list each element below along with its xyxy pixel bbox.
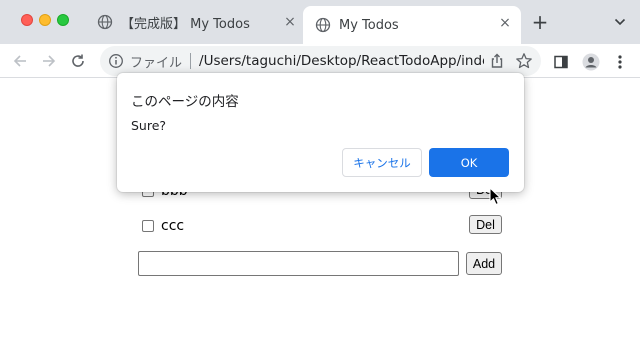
chevron-down-icon [614,18,626,26]
close-icon[interactable]: × [497,15,513,31]
tab-search-button[interactable] [612,14,628,30]
omnibox-divider [190,53,192,69]
tab-title: 【完成版】 My Todos [121,16,250,32]
mouse-pointer-icon [489,187,502,206]
sidebar-icon[interactable] [552,53,570,71]
forward-button[interactable] [37,49,61,73]
profile-icon[interactable] [582,53,600,71]
dialog-title: このページの内容 [131,94,239,110]
ok-button[interactable]: OK [429,148,509,177]
todo-text: ccc [161,218,185,234]
todo-item: ccc [142,215,502,237]
tab-completed-todos[interactable]: 【完成版】 My Todos × [84,8,306,36]
add-button[interactable]: Add [466,252,502,275]
share-icon[interactable] [489,53,505,69]
reload-icon [72,54,84,67]
reload-button[interactable] [66,49,90,73]
menu-icon[interactable] [611,53,629,71]
globe-icon [97,14,113,30]
window-minimize-button[interactable] [39,14,51,26]
todo-checkbox[interactable] [142,220,154,232]
confirm-dialog: このページの内容 Sure? キャンセル OK [117,73,524,192]
forward-icon [43,55,56,67]
window-close-button[interactable] [21,14,33,26]
plus-icon[interactable]: + [530,10,550,34]
url-text[interactable]: /Users/taguchi/Desktop/ReactTodoApp/inde… [199,53,484,69]
tab-my-todos[interactable]: My Todos × [303,6,521,44]
delete-button[interactable]: Del [469,215,502,234]
close-icon[interactable]: × [282,14,298,30]
info-icon[interactable] [108,53,124,69]
back-button[interactable] [8,49,32,73]
cancel-button[interactable]: キャンセル [342,148,422,177]
scheme-label: ファイル [130,55,183,71]
address-bar[interactable]: ファイル /Users/taguchi/Desktop/ReactTodoApp… [100,46,541,76]
window-zoom-button[interactable] [57,14,69,26]
new-todo-input[interactable] [138,251,459,276]
tab-strip: 【完成版】 My Todos × My Todos × + [0,0,640,44]
dialog-message: Sure? [131,118,167,133]
back-icon [13,55,26,67]
globe-icon [315,17,331,33]
tab-title: My Todos [339,17,399,33]
star-icon[interactable] [515,52,533,70]
